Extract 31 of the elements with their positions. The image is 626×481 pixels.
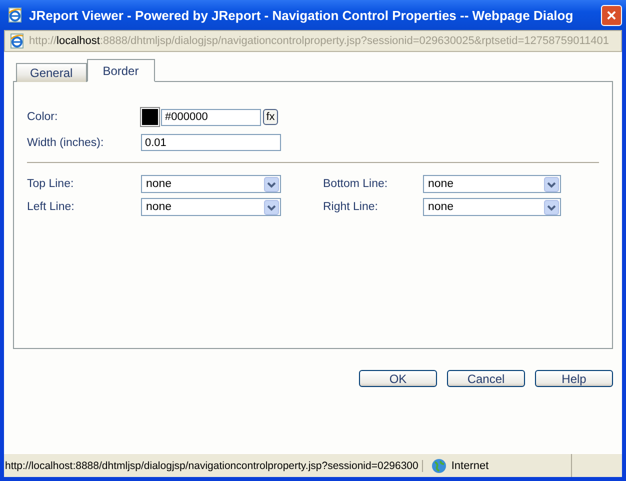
dialog-button[interactable]: Cancel [447, 370, 525, 387]
tab[interactable]: Border [86, 59, 155, 82]
field-label: Top Line: [27, 178, 75, 190]
browser-logo-icon [7, 7, 23, 23]
dialog-button[interactable]: Help [535, 370, 613, 387]
zone-label: Internet [451, 460, 489, 472]
dropdown[interactable]: none [423, 198, 561, 216]
page-icon [9, 33, 25, 49]
globe-icon [431, 458, 448, 474]
field-label: Color: [27, 111, 59, 123]
chevron-down-icon [264, 176, 279, 192]
dropdown[interactable]: none [141, 198, 281, 216]
window-title: JReport Viewer - Powered by JReport - Navigation Control Properties -- Webpage Dialog [29, 8, 574, 22]
dropdown[interactable]: none [141, 175, 281, 193]
dropdown[interactable]: none [423, 175, 561, 193]
close-button[interactable]: × [601, 4, 622, 26]
address-url: http://localhost:8888/dhtmljsp/dialogjsp/navigationcontrolproperty.jsp?sessionid=029630025&rptsetid=12758759011401 [29, 35, 609, 47]
formula-button[interactable]: fx [263, 109, 278, 125]
dialog-button[interactable]: OK [359, 370, 437, 387]
width-input[interactable]: 0.01 [141, 134, 281, 151]
chevron-down-icon [264, 200, 279, 214]
status-url: http://localhost:8888/dhtmljsp/dialogjsp/navigationcontrolproperty.jsp?sessionid=0296300 [4, 460, 424, 472]
chevron-down-icon [544, 176, 559, 192]
field-label: Bottom Line: [323, 178, 389, 190]
field-label: Width (inches): [27, 136, 105, 148]
chevron-down-icon [544, 200, 559, 214]
field-label: Left Line: [27, 201, 76, 213]
color-swatch[interactable] [141, 108, 159, 126]
color-input[interactable]: #000000 [161, 108, 261, 126]
tab[interactable]: General [16, 63, 87, 82]
field-label: Right Line: [323, 201, 379, 213]
